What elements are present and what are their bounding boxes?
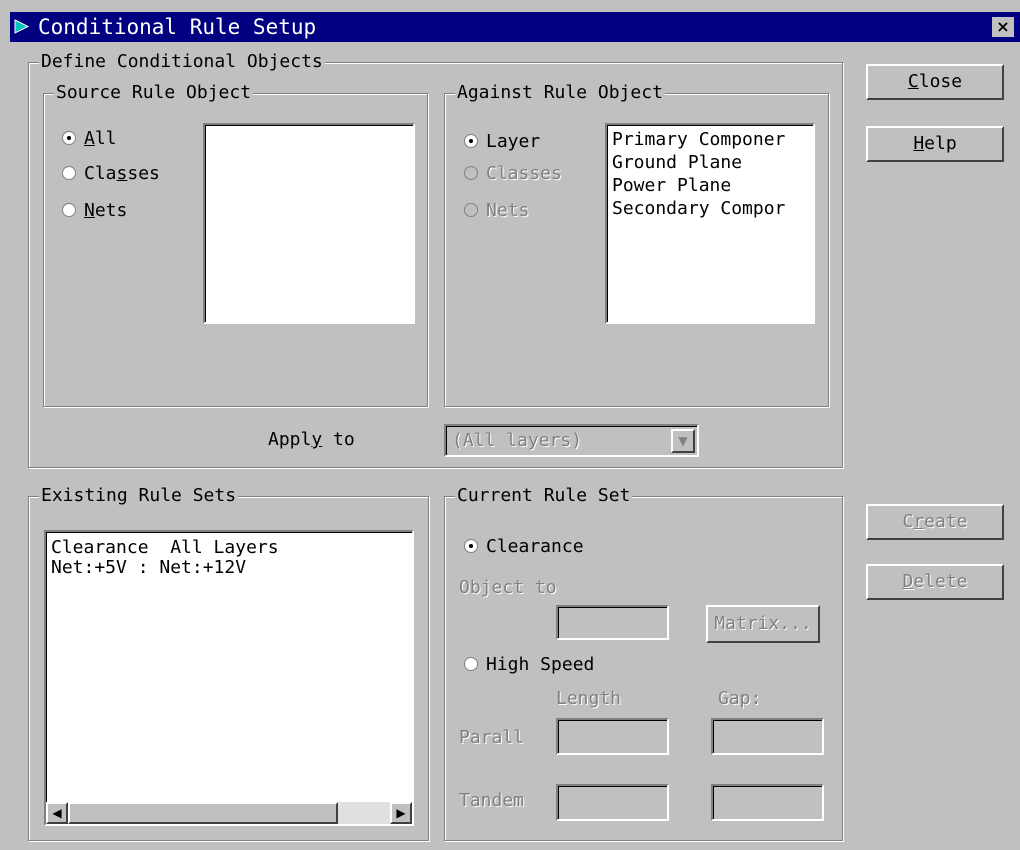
parallel-label: Parall — [459, 727, 525, 748]
source-classes-radio[interactable]: Classes — [62, 163, 160, 185]
matrix-button: Matrix... — [706, 605, 820, 643]
horizontal-scrollbar[interactable]: ◀ ▶ — [46, 802, 412, 824]
current-rule-set-legend: Current Rule Set — [455, 485, 633, 507]
parallel-length-field — [556, 718, 669, 755]
radio-unselected-icon — [464, 203, 478, 217]
tandem-length-field — [556, 784, 669, 821]
apply-to-value: (All layers) — [452, 430, 583, 451]
against-layer-list[interactable]: Primary Componer Ground Plane Power Plan… — [605, 123, 815, 324]
help-button[interactable]: Help — [866, 126, 1004, 162]
against-classes-radio: Classes — [464, 163, 562, 185]
apply-to-select: (All layers) ▼ — [444, 424, 699, 457]
scroll-thumb[interactable] — [68, 802, 338, 824]
tandem-label: Tandem — [459, 790, 525, 811]
list-item[interactable]: Secondary Compor — [612, 197, 785, 221]
radio-unselected-icon — [464, 166, 478, 180]
radio-selected-icon — [464, 539, 478, 553]
object-to-label: Object to — [459, 577, 557, 598]
scroll-right-icon[interactable]: ▶ — [390, 802, 412, 824]
radio-unselected-icon — [464, 657, 478, 671]
radio-selected-icon — [62, 131, 76, 145]
close-button[interactable]: Close — [866, 64, 1004, 100]
source-all-radio[interactable]: All — [62, 128, 117, 150]
source-object-list[interactable] — [203, 123, 415, 324]
high-speed-radio[interactable]: High Speed — [464, 654, 594, 676]
against-nets-radio: Nets — [464, 200, 529, 222]
delete-button: Delete — [866, 564, 1004, 600]
gap-label: Gap: — [718, 688, 762, 709]
apply-to-label: Apply to — [268, 429, 355, 450]
radio-unselected-icon — [62, 166, 76, 180]
existing-rule-sets-legend: Existing Rule Sets — [39, 485, 239, 507]
length-label: Length — [556, 688, 622, 709]
clearance-radio[interactable]: Clearance — [464, 536, 584, 558]
define-conditional-objects-legend: Define Conditional Objects — [39, 51, 325, 73]
existing-rule-sets-list[interactable]: Clearance All Layers Net:+5V : Net:+12V … — [44, 530, 414, 826]
scroll-left-icon[interactable]: ◀ — [46, 802, 68, 824]
radio-selected-icon — [464, 134, 478, 148]
app-icon — [14, 19, 30, 34]
close-window-icon[interactable]: × — [992, 17, 1014, 37]
list-item[interactable]: Ground Plane — [612, 151, 742, 175]
against-layer-radio[interactable]: Layer — [464, 131, 540, 153]
tandem-gap-field — [711, 784, 824, 821]
list-item[interactable]: Net:+5V : Net:+12V — [51, 556, 246, 580]
list-item[interactable]: Primary Componer — [612, 128, 785, 152]
list-item[interactable]: Power Plane — [612, 174, 731, 198]
parallel-gap-field — [711, 718, 824, 755]
window-title: Conditional Rule Setup — [38, 15, 317, 39]
create-button: Create — [866, 504, 1004, 540]
title-bar[interactable]: Conditional Rule Setup × — [10, 12, 1020, 42]
source-nets-radio[interactable]: Nets — [62, 200, 127, 222]
dropdown-arrow-icon: ▼ — [671, 429, 695, 453]
radio-unselected-icon — [62, 203, 76, 217]
object-to-field — [556, 605, 669, 640]
against-rule-object-legend: Against Rule Object — [455, 82, 665, 104]
source-rule-object-legend: Source Rule Object — [54, 82, 254, 104]
